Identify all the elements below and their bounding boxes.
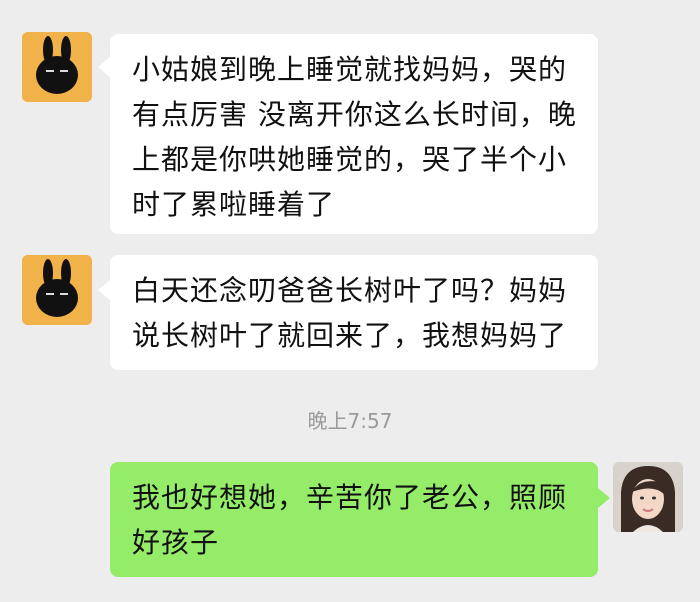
message-text: 小姑娘到晚上睡觉就找妈妈，哭的有点厉害 没离开你这么长时间，晚上都是你哄她睡觉的… xyxy=(132,53,577,221)
message-bubble-outgoing[interactable]: 我也好想她，辛苦你了老公，照顾好孩子 xyxy=(110,462,598,577)
message-timestamp: 晚上7:57 xyxy=(307,409,393,433)
contact-avatar[interactable] xyxy=(22,32,92,102)
bubble-tail xyxy=(598,488,610,508)
rabbit-avatar-icon xyxy=(22,32,92,102)
contact-avatar[interactable] xyxy=(22,255,92,325)
message-bubble-incoming[interactable]: 小姑娘到晚上睡觉就找妈妈，哭的有点厉害 没离开你这么长时间，晚上都是你哄她睡觉的… xyxy=(110,34,598,234)
user-avatar[interactable] xyxy=(613,462,683,532)
bubble-tail xyxy=(98,57,110,77)
user-photo-avatar xyxy=(613,462,683,532)
message-text: 我也好想她，辛苦你了老公，照顾好孩子 xyxy=(132,481,568,559)
message-bubble-incoming[interactable]: 白天还念叨爸爸长树叶了吗？妈妈说长树叶了就回来了，我想妈妈了 xyxy=(110,255,598,370)
bubble-tail xyxy=(98,280,110,300)
rabbit-avatar-icon xyxy=(22,255,92,325)
message-text: 白天还念叨爸爸长树叶了吗？妈妈说长树叶了就回来了，我想妈妈了 xyxy=(132,274,568,352)
